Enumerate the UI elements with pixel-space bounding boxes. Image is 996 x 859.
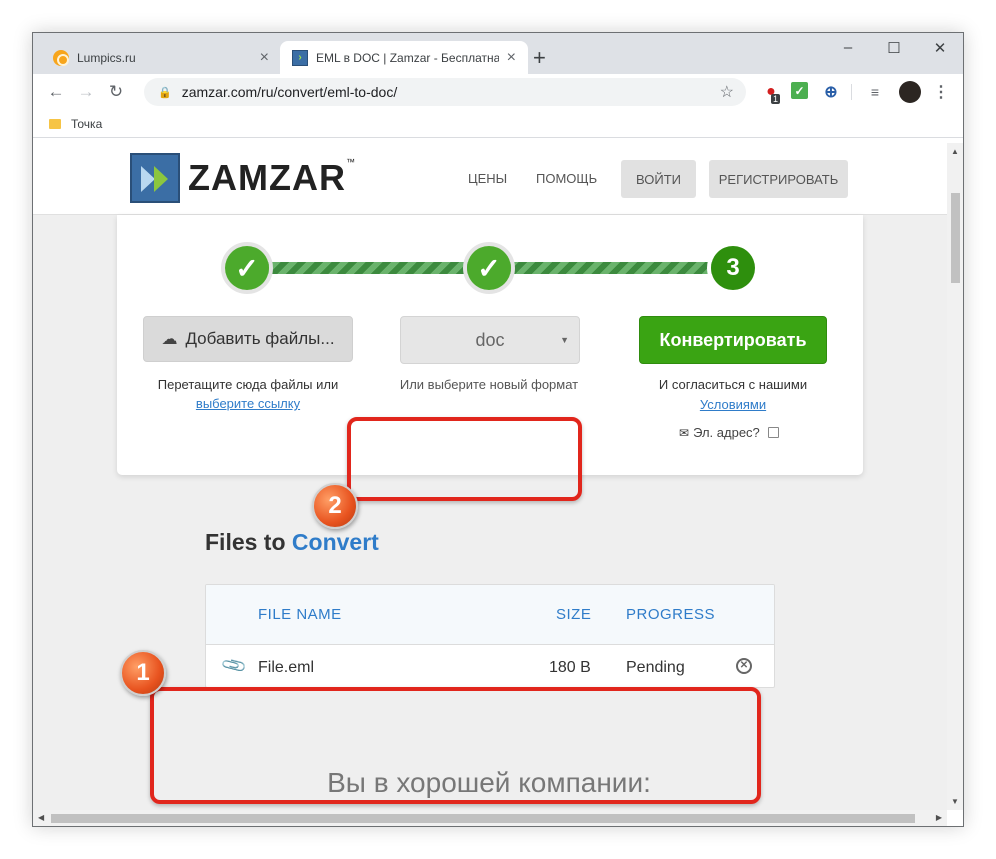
file-size: 180 B	[549, 659, 591, 676]
paperclip-icon: 📎	[220, 651, 249, 680]
bookmark-folder-tochka[interactable]: Точка	[71, 117, 102, 131]
annotation-marker-1: 1	[120, 650, 166, 696]
format-hint: Или выберите новый формат	[399, 377, 579, 392]
horizontal-scrollbar[interactable]: ◀ ▶	[33, 810, 947, 826]
horizontal-scroll-thumb[interactable]	[51, 814, 915, 823]
drop-instructions: Перетащите сюда файлы или выберите ссылк…	[137, 375, 359, 413]
address-bar[interactable]: 🔒 zamzar.com/ru/convert/eml-to-doc/ ☆	[144, 78, 746, 106]
select-link[interactable]: выберите ссылку	[137, 394, 359, 413]
tab-zamzar[interactable]: › EML в DOC | Zamzar - Бесплатна ×	[280, 41, 528, 74]
lock-icon: 🔒	[158, 86, 172, 99]
step-3-indicator: 3	[707, 242, 759, 294]
tab-strip: Lumpics.ru × › EML в DOC | Zamzar - Бесп…	[33, 33, 963, 74]
extension-badge: 1	[771, 94, 781, 104]
column-header-name: FILE NAME	[258, 606, 342, 623]
cloud-upload-icon: ☁	[161, 331, 178, 348]
lumpics-favicon-icon	[53, 49, 69, 66]
email-checkbox[interactable]	[767, 427, 779, 438]
convert-button[interactable]: Конвертировать	[639, 316, 827, 364]
envelope-icon: ✉	[679, 425, 690, 440]
zamzar-logo[interactable]: ZAMZAR™	[130, 153, 356, 203]
vertical-scroll-thumb[interactable]	[951, 193, 960, 283]
format-highlight-frame	[347, 417, 582, 501]
agree-text: И согласиться с нашими	[658, 377, 808, 392]
format-select[interactable]: doc ▼	[400, 316, 580, 364]
folder-icon	[49, 118, 61, 129]
forward-arrow-icon[interactable]: →	[71, 82, 101, 102]
dropdown-arrow-icon: ▼	[560, 335, 569, 345]
minimize-button[interactable]: –	[825, 33, 871, 62]
table-header: FILE NAME SIZE PROGRESS	[206, 585, 774, 645]
nav-help-link[interactable]: ПОМОЩЬ	[536, 171, 597, 186]
back-arrow-icon[interactable]: ←	[41, 82, 71, 102]
new-tab-button[interactable]: +	[533, 45, 546, 71]
file-name: File.eml	[258, 659, 315, 676]
close-tab-icon[interactable]: ×	[507, 49, 516, 67]
checkmark-icon: ✓	[225, 246, 269, 290]
email-label: Эл. адрес?	[693, 425, 760, 440]
checkmark-icon: ✓	[467, 246, 511, 290]
close-tab-icon[interactable]: ×	[260, 49, 269, 67]
add-files-button[interactable]: ☁ Добавить файлы...	[143, 316, 353, 362]
globe-extension-icon[interactable]: ⊕	[821, 82, 841, 102]
tab-title: Lumpics.ru	[77, 50, 136, 65]
login-button[interactable]: ВОЙТИ	[621, 160, 696, 198]
file-progress: Pending	[626, 659, 685, 676]
column-header-progress: PROGRESS	[626, 606, 716, 623]
drop-text: Перетащите сюда файлы или	[157, 377, 339, 392]
tab-title: EML в DOC | Zamzar - Бесплатна	[316, 50, 499, 65]
media-list-icon[interactable]: ≡	[865, 82, 885, 102]
zamzar-logo-icon	[130, 153, 180, 203]
step-3-number: 3	[711, 246, 755, 290]
vertical-scrollbar[interactable]: ▲ ▼	[947, 143, 963, 810]
nav-prices-link[interactable]: ЦЕНЫ	[468, 171, 507, 186]
browser-menu-icon[interactable]: ⋮	[931, 82, 951, 102]
check-extension-icon[interactable]: ✓	[791, 82, 808, 99]
scroll-down-arrow-icon[interactable]: ▼	[951, 797, 959, 806]
step-2-indicator: ✓	[463, 242, 515, 294]
terms-link[interactable]: Условиями	[629, 395, 837, 415]
scroll-left-arrow-icon[interactable]: ◀	[38, 813, 44, 822]
browser-toolbar: ← → ↻ 🔒 zamzar.com/ru/convert/eml-to-doc…	[33, 74, 963, 110]
bookmark-star-icon[interactable]: ☆	[720, 82, 734, 102]
site-header: ZAMZAR™ ЦЕНЫ ПОМОЩЬ ВОЙТИ РЕГИСТРИРОВАТЬ	[33, 143, 947, 215]
email-option: ✉ Эл. адрес?	[679, 425, 779, 440]
scroll-right-arrow-icon[interactable]: ▶	[936, 813, 942, 822]
register-button[interactable]: РЕГИСТРИРОВАТЬ	[709, 160, 848, 198]
close-window-button[interactable]: ✕	[917, 33, 963, 62]
maximize-button[interactable]: ☐	[871, 33, 917, 62]
step-1-indicator: ✓	[221, 242, 273, 294]
remove-file-icon[interactable]: ✕	[736, 658, 752, 674]
bookmarks-bar: Точка	[33, 110, 963, 138]
reload-icon[interactable]: ↻	[101, 82, 131, 102]
annotation-marker-2: 2	[312, 483, 358, 529]
files-section-title: Files to Convert	[205, 529, 379, 555]
files-table: FILE NAME SIZE PROGRESS 📎 File.eml 180 B…	[205, 584, 775, 688]
column-header-size: SIZE	[556, 606, 592, 623]
tab-lumpics[interactable]: Lumpics.ru ×	[41, 41, 281, 74]
zamzar-favicon-icon: ›	[292, 49, 308, 66]
logo-text: ZAMZAR™	[188, 157, 356, 198]
window-controls: – ☐ ✕	[825, 33, 963, 62]
address-url: zamzar.com/ru/convert/eml-to-doc/	[181, 84, 398, 100]
toolbar-separator	[851, 84, 852, 100]
terms-agreement: И согласиться с нашими Условиями	[629, 375, 837, 415]
add-files-label: Добавить файлы...	[185, 329, 335, 348]
table-highlight-frame	[150, 687, 761, 804]
format-value: doc	[475, 329, 505, 350]
profile-avatar[interactable]	[899, 81, 921, 103]
scroll-up-arrow-icon[interactable]: ▲	[951, 147, 959, 156]
